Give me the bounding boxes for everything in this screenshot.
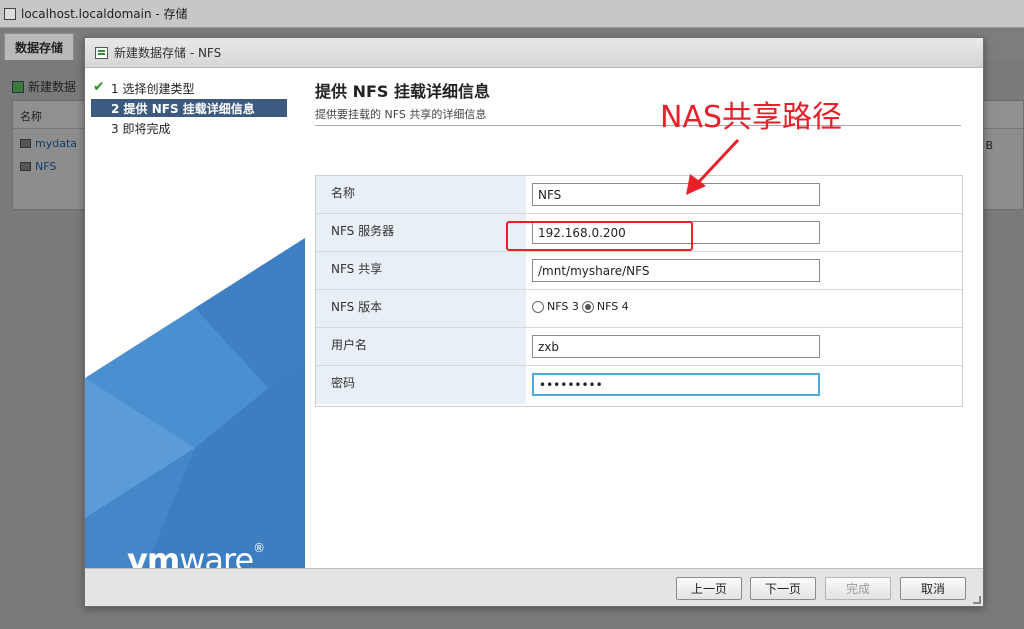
form-row-share: NFS 共享 xyxy=(316,252,962,290)
row-label[interactable]: NFS xyxy=(35,160,56,173)
step-label: 1 选择创建类型 xyxy=(111,81,195,96)
window-icon xyxy=(4,7,16,20)
finish-button[interactable]: 完成 xyxy=(825,577,891,600)
nfs4-radio[interactable] xyxy=(581,300,594,313)
checkmark-icon: ✔ xyxy=(93,79,105,95)
form-row-name: 名称 xyxy=(316,176,962,214)
version-label: NFS 版本 xyxy=(316,290,526,327)
toolbar-label: 新建数据 xyxy=(28,80,77,94)
datastore-wizard-icon xyxy=(95,46,108,59)
datastore-icon xyxy=(20,162,31,171)
cancel-button[interactable]: 取消 xyxy=(900,577,966,600)
row-label[interactable]: mydata xyxy=(35,137,77,150)
new-datastore-icon xyxy=(12,80,24,93)
form-row-password: 密码 xyxy=(316,366,962,404)
nfs4-label[interactable]: NFS 4 xyxy=(597,300,629,313)
wizard-step-3[interactable]: 3 即将完成 xyxy=(91,119,287,137)
page-title: 提供 NFS 挂载详细信息 xyxy=(315,82,490,101)
dialog-title-bar[interactable]: 新建数据存储 - NFS xyxy=(85,38,983,68)
next-button[interactable]: 下一页 xyxy=(750,577,816,600)
new-datastore-toolbar-button[interactable]: 新建数据 xyxy=(12,78,76,95)
nfs3-radio[interactable] xyxy=(532,300,544,313)
form-row-user: 用户名 xyxy=(316,328,962,366)
version-radio-group: NFS 3 NFS 4 xyxy=(532,300,629,313)
dialog-footer: 上一页 下一页 完成 取消 xyxy=(85,568,983,606)
app-title: localhost.localdomain - 存储 xyxy=(21,7,188,21)
new-datastore-dialog: 新建数据存储 - NFS ✔ 1 选择创建类型 2 提供 NFS 挂载详细信息 … xyxy=(84,37,984,607)
wizard-step-1[interactable]: ✔ 1 选择创建类型 xyxy=(91,79,287,97)
datastore-icon xyxy=(20,139,31,148)
step-label: 3 即将完成 xyxy=(111,121,171,136)
wizard-sidebar: ✔ 1 选择创建类型 2 提供 NFS 挂载详细信息 3 即将完成 vmware… xyxy=(85,68,305,568)
divider xyxy=(315,125,961,126)
app-title-bar: localhost.localdomain - 存储 xyxy=(0,0,1024,28)
name-label: 名称 xyxy=(316,176,526,213)
table-row[interactable]: mydata xyxy=(20,137,77,150)
wizard-step-2[interactable]: 2 提供 NFS 挂载详细信息 xyxy=(91,99,287,117)
capacity-fragment: B xyxy=(985,139,993,152)
share-input[interactable] xyxy=(532,259,820,282)
tab-datastores[interactable]: 数据存储 xyxy=(4,33,74,60)
back-button[interactable]: 上一页 xyxy=(676,577,742,600)
dialog-title: 新建数据存储 - NFS xyxy=(114,46,222,60)
step-label: 2 提供 NFS 挂载详细信息 xyxy=(111,101,255,116)
column-name-header[interactable]: 名称 xyxy=(20,108,42,124)
username-input[interactable] xyxy=(532,335,820,358)
resize-grip-icon[interactable] xyxy=(973,596,981,604)
form-row-version: NFS 版本 NFS 3 NFS 4 xyxy=(316,290,962,328)
name-input[interactable] xyxy=(532,183,820,206)
annotation-label: NAS共享路径 xyxy=(660,100,843,135)
password-label: 密码 xyxy=(316,366,526,404)
server-label: NFS 服务器 xyxy=(316,214,526,251)
password-input[interactable] xyxy=(532,373,820,396)
table-row[interactable]: NFS xyxy=(20,160,56,173)
nfs3-label[interactable]: NFS 3 xyxy=(547,300,579,313)
page-subtitle: 提供要挂载的 NFS 共享的详细信息 xyxy=(315,108,487,121)
share-label: NFS 共享 xyxy=(316,252,526,289)
user-label: 用户名 xyxy=(316,328,526,365)
share-path-highlight xyxy=(506,221,693,251)
vmware-logo: vmware® xyxy=(127,541,265,568)
wizard-content: 提供 NFS 挂载详细信息 提供要挂载的 NFS 共享的详细信息 名称 NFS … xyxy=(305,68,985,568)
nfs-details-form: 名称 NFS 服务器 NFS 共享 NFS 版本 NFS 3 NFS 4 xyxy=(315,175,963,407)
brand-background xyxy=(85,238,305,568)
